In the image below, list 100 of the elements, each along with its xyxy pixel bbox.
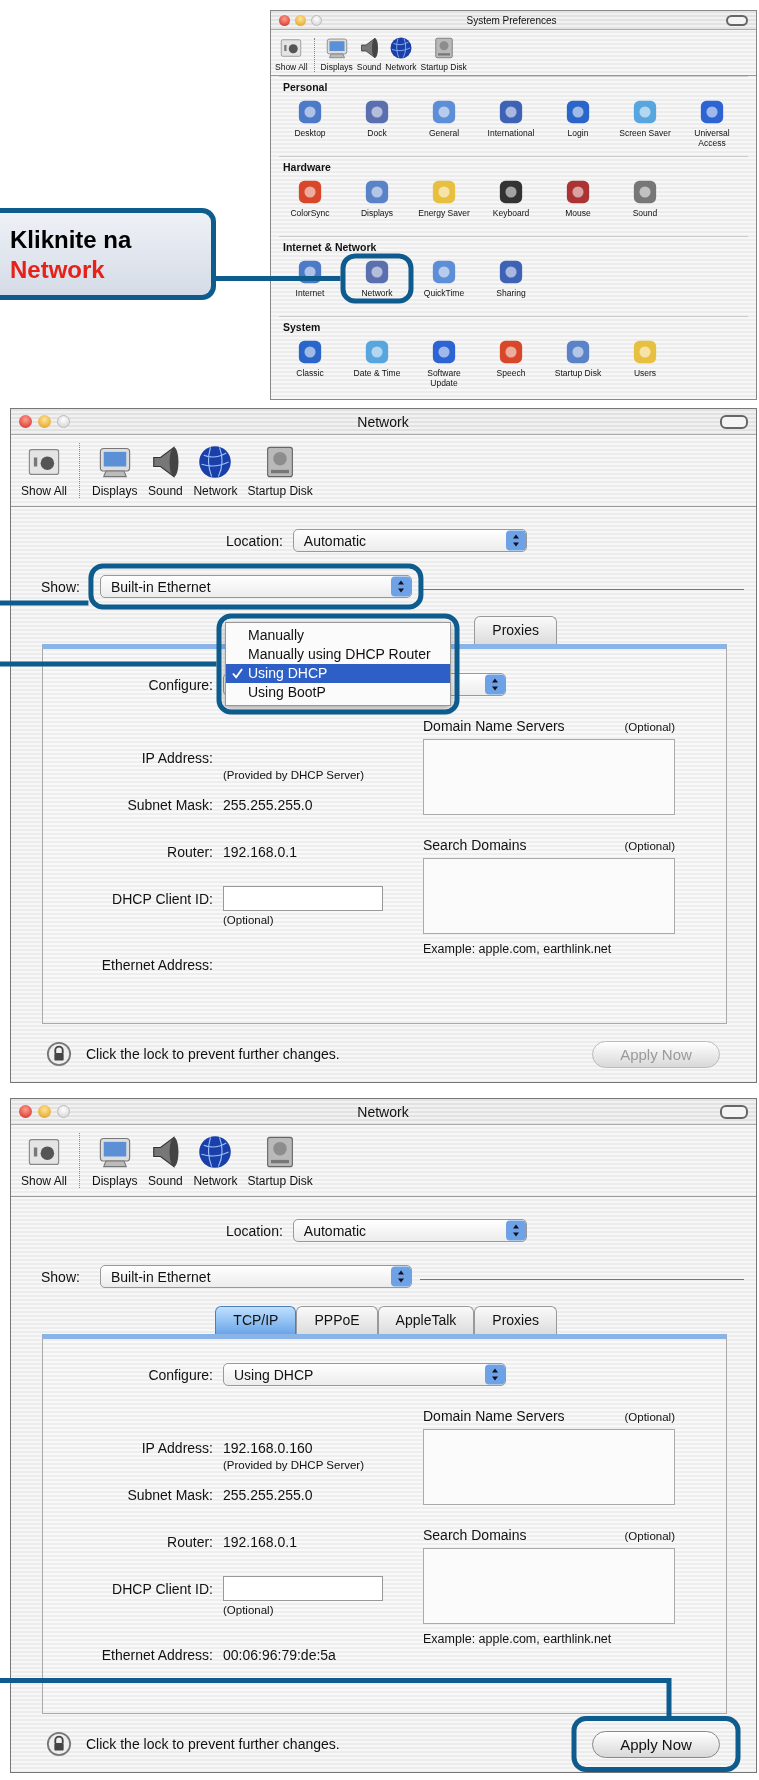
toolbar-button[interactable]: Sound — [356, 36, 382, 72]
preference-icon — [565, 179, 591, 205]
preference-button[interactable]: Classic — [279, 339, 341, 388]
optional-note: (Optional) — [624, 1530, 675, 1542]
zoom-button[interactable] — [311, 14, 322, 26]
field-note: (Optional) — [223, 1604, 275, 1616]
globe-icon — [197, 1134, 234, 1170]
tab[interactable]: Proxies — [474, 616, 557, 644]
text-area[interactable] — [423, 1548, 675, 1624]
toolbar-toggle-button[interactable] — [726, 14, 748, 26]
menu-item[interactable]: Using BootP — [226, 683, 450, 702]
tab[interactable]: TCP/IP — [215, 1306, 297, 1334]
preference-button[interactable]: Mouse — [547, 179, 609, 218]
field-label: Location: — [226, 1222, 283, 1239]
callout-target: Network — [10, 255, 105, 285]
preference-icon — [364, 259, 390, 285]
toolbar-button[interactable]: Sound — [147, 1134, 184, 1188]
updown-arrows-icon — [485, 674, 505, 695]
minimize-button[interactable] — [38, 1105, 51, 1118]
field-label: Subnet Mask: — [126, 1487, 213, 1503]
field-value: 255.255.255.0 — [223, 797, 313, 813]
preference-button[interactable]: QuickTime — [413, 259, 475, 298]
toolbar-button[interactable]: Sound — [147, 444, 184, 498]
toolbar-toggle-button[interactable] — [720, 1104, 748, 1119]
field-label: DHCP Client ID: — [111, 891, 213, 907]
preference-icon — [498, 179, 524, 205]
preference-button[interactable]: Sharing — [480, 259, 542, 298]
preference-button[interactable]: Displays — [346, 179, 408, 218]
field-label: Configure: — [147, 676, 213, 693]
preference-button[interactable]: Software Update — [413, 339, 475, 388]
field-note: (Provided by DHCP Server) — [223, 769, 365, 781]
lock-icon[interactable] — [46, 1731, 72, 1757]
monitor-icon — [324, 36, 349, 60]
toolbar-button[interactable]: Displays — [92, 1134, 138, 1188]
preference-button[interactable]: ColorSync — [279, 179, 341, 218]
field-label: Show: — [41, 1268, 80, 1285]
apply-now-button[interactable]: Apply Now — [592, 1730, 720, 1758]
toolbar-button[interactable]: Show All — [21, 1134, 68, 1188]
minimize-button[interactable] — [38, 415, 51, 428]
toolbar-button[interactable]: Network — [193, 1134, 238, 1188]
text-field[interactable] — [223, 1576, 383, 1601]
preference-button[interactable]: Desktop — [279, 99, 341, 148]
preference-button[interactable]: Login — [547, 99, 609, 148]
tab[interactable]: AppleTalk — [377, 1306, 475, 1334]
close-button[interactable] — [279, 14, 290, 26]
preference-button[interactable]: Network — [346, 259, 408, 298]
preference-button[interactable]: Startup Disk — [547, 339, 609, 388]
toolbar-button[interactable]: Displays — [320, 36, 353, 72]
close-button[interactable] — [19, 415, 32, 428]
toolbar-toggle-button[interactable] — [720, 414, 748, 429]
preference-button[interactable]: Energy Saver — [413, 179, 475, 218]
toolbar-button[interactable]: Show All — [275, 36, 308, 72]
preference-button[interactable]: Universal Access — [681, 99, 743, 148]
preference-button[interactable]: International — [480, 99, 542, 148]
text-area[interactable] — [423, 1429, 675, 1505]
dropdown[interactable]: Automatic — [292, 529, 527, 552]
field-label: DHCP Client ID: — [111, 1581, 213, 1597]
menu-item[interactable]: Manually — [226, 626, 450, 645]
check-icon — [232, 668, 243, 679]
menu-item[interactable]: Manually using DHCP Router — [226, 645, 450, 664]
menu-item[interactable]: Using DHCP — [226, 664, 450, 683]
dropdown[interactable]: Built-in Ethernet — [99, 1265, 412, 1288]
window-title: System Preferences — [465, 14, 558, 26]
window-title: Network — [356, 413, 410, 430]
close-button[interactable] — [19, 1105, 32, 1118]
toolbar-button[interactable]: Displays — [92, 444, 138, 498]
zoom-button[interactable] — [57, 1105, 70, 1118]
preference-button[interactable]: Internet — [279, 259, 341, 298]
preference-button[interactable]: Dock — [346, 99, 408, 148]
toolbar-button[interactable]: Network — [193, 444, 238, 498]
preference-button[interactable]: Sound — [614, 179, 676, 218]
field-label: Search Domains — [423, 1527, 527, 1543]
preference-button[interactable]: Users — [614, 339, 676, 388]
minimize-button[interactable] — [295, 14, 306, 26]
tab[interactable]: PPPoE — [296, 1306, 378, 1334]
preference-button[interactable]: Date & Time — [346, 339, 408, 388]
text-area[interactable] — [423, 739, 675, 815]
field-label: Domain Name Servers — [423, 718, 565, 734]
toolbar-button[interactable]: Startup Disk — [247, 444, 313, 498]
preference-icon — [565, 99, 591, 125]
dropdown[interactable]: Using DHCP — [223, 1363, 506, 1386]
toolbar-button[interactable]: Network — [385, 36, 417, 72]
preference-button[interactable]: Speech — [480, 339, 542, 388]
toolbar-button[interactable]: Startup Disk — [247, 1134, 313, 1188]
field-value: 192.168.0.1 — [223, 844, 297, 860]
text-field[interactable] — [223, 886, 383, 911]
toolbar-button[interactable]: Show All — [21, 444, 68, 498]
preference-button[interactable]: Screen Saver — [614, 99, 676, 148]
updown-arrows-icon — [390, 576, 411, 597]
preference-button[interactable]: Keyboard — [480, 179, 542, 218]
lock-icon[interactable] — [46, 1041, 72, 1067]
dropdown[interactable]: Automatic — [292, 1219, 527, 1242]
tab[interactable]: Proxies — [474, 1306, 557, 1334]
text-area[interactable] — [423, 858, 675, 934]
preference-icon — [498, 339, 524, 365]
preference-icon — [632, 179, 658, 205]
dropdown[interactable]: Built-in Ethernet — [99, 575, 412, 598]
zoom-button[interactable] — [57, 415, 70, 428]
preference-button[interactable]: General — [413, 99, 475, 148]
toolbar-button[interactable]: Startup Disk — [420, 36, 467, 72]
